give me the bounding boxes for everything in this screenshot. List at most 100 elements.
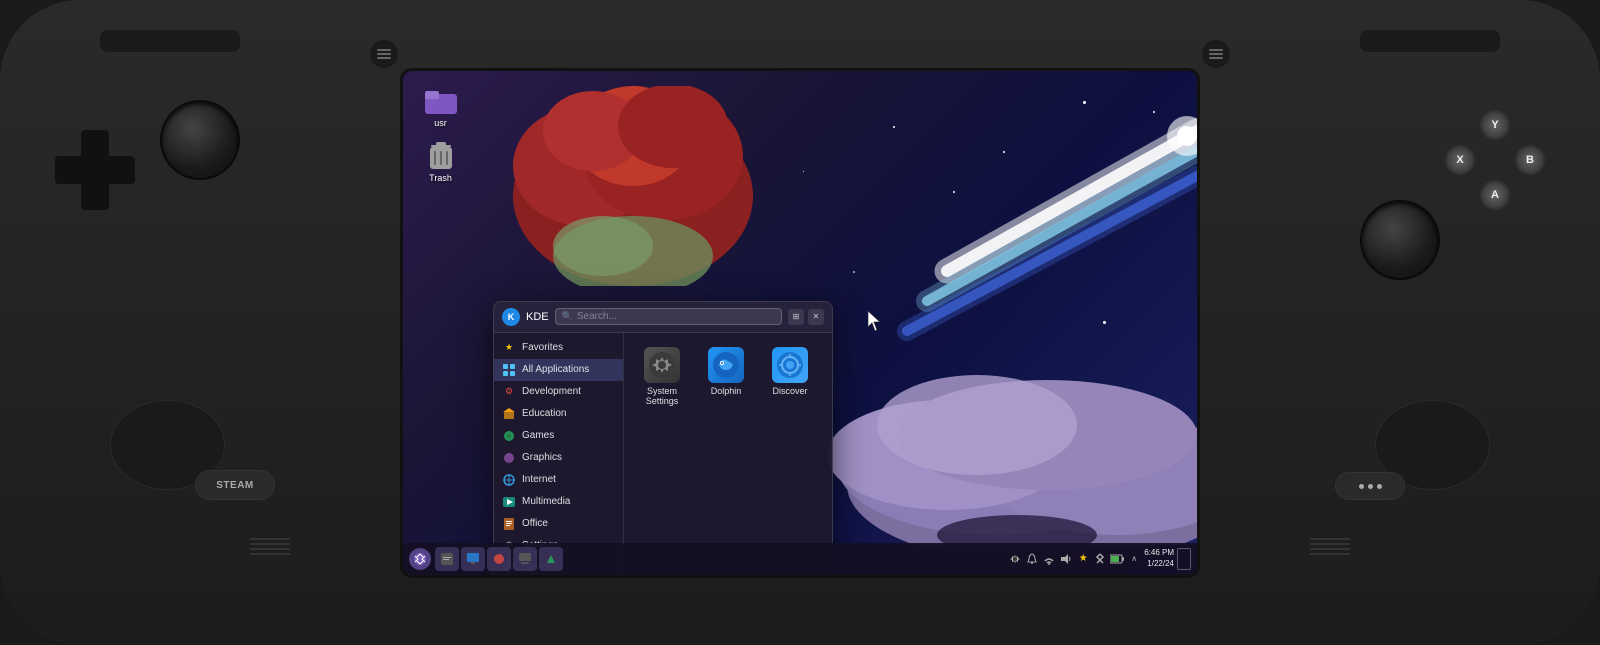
education-icon bbox=[502, 407, 516, 421]
menu-category-all-label: All Applications bbox=[522, 364, 589, 375]
discover-label: Discover bbox=[772, 386, 807, 396]
speaker-left bbox=[250, 538, 290, 555]
app-discover[interactable]: Discover bbox=[762, 343, 818, 410]
y-button[interactable]: Y bbox=[1480, 110, 1510, 140]
app-grid: SystemSettings bbox=[634, 343, 822, 410]
dot3 bbox=[1377, 484, 1382, 489]
menu-category-education-label: Education bbox=[522, 408, 566, 419]
menu-body: ★ Favorites All Applications ⚙ Developme… bbox=[494, 333, 832, 573]
kde-menu: K KDE 🔍 Search... ⊞ ✕ bbox=[493, 301, 833, 575]
trash-icon bbox=[425, 139, 457, 171]
tray-expand-icon[interactable]: ∧ bbox=[1127, 552, 1141, 566]
dot1 bbox=[1359, 484, 1364, 489]
tray-volume-icon[interactable] bbox=[1059, 552, 1073, 566]
menu-header: K KDE 🔍 Search... ⊞ ✕ bbox=[494, 302, 832, 333]
taskbar-start-button[interactable] bbox=[409, 548, 431, 570]
menu-category-games-label: Games bbox=[522, 430, 554, 441]
system-settings-icon bbox=[644, 347, 680, 383]
tray-wifi-icon[interactable] bbox=[1042, 552, 1056, 566]
discover-icon bbox=[772, 347, 808, 383]
menu-category-development[interactable]: ⚙ Development bbox=[494, 381, 623, 403]
three-dot-button[interactable] bbox=[1335, 472, 1405, 500]
b-button[interactable]: B bbox=[1515, 145, 1545, 175]
left-analog-stick[interactable] bbox=[160, 100, 240, 180]
tray-notification-icon[interactable] bbox=[1025, 552, 1039, 566]
taskbar-app-3[interactable] bbox=[487, 547, 511, 571]
graphics-icon bbox=[502, 451, 516, 465]
menu-categories: ★ Favorites All Applications ⚙ Developme… bbox=[494, 333, 624, 573]
search-icon: 🔍 bbox=[562, 311, 573, 322]
clock-time: 6:46 PM bbox=[1144, 548, 1174, 558]
tray-settings-icon[interactable] bbox=[1008, 552, 1022, 566]
menu-button-right[interactable] bbox=[1202, 40, 1230, 68]
kde-logo: K bbox=[502, 308, 520, 326]
taskbar-system-tray: ★ ∧ 6:46 PM 1/22/24 bbox=[1008, 548, 1191, 570]
menu-category-development-label: Development bbox=[522, 386, 581, 397]
desktop-icons: usr Trash bbox=[413, 81, 468, 186]
dpad[interactable] bbox=[55, 130, 135, 210]
tray-battery-icon[interactable] bbox=[1110, 552, 1124, 566]
menu-title: KDE bbox=[526, 311, 549, 323]
menu-category-graphics-label: Graphics bbox=[522, 452, 562, 463]
menu-category-office[interactable]: Office bbox=[494, 513, 623, 535]
tray-bluetooth-icon[interactable] bbox=[1093, 552, 1107, 566]
menu-category-all[interactable]: All Applications bbox=[494, 359, 623, 381]
menu-header-actions: ⊞ ✕ bbox=[788, 309, 824, 325]
steam-button[interactable]: STEAM bbox=[195, 470, 275, 500]
desktop-icon-trash-label: Trash bbox=[429, 173, 452, 183]
menu-category-graphics[interactable]: Graphics bbox=[494, 447, 623, 469]
dolphin-icon bbox=[708, 347, 744, 383]
tray-star-icon[interactable]: ★ bbox=[1076, 552, 1090, 566]
dot2 bbox=[1368, 484, 1373, 489]
taskbar-app-1[interactable] bbox=[435, 547, 459, 571]
menu-pin-button[interactable]: ⊞ bbox=[788, 309, 804, 325]
menu-search-bar[interactable]: 🔍 Search... bbox=[555, 308, 782, 325]
dolphin-label: Dolphin bbox=[711, 386, 742, 396]
screen: usr Trash bbox=[400, 68, 1200, 578]
taskbar-clock[interactable]: 6:46 PM 1/22/24 bbox=[1144, 548, 1174, 569]
right-shoulder-button[interactable] bbox=[1360, 30, 1500, 52]
all-apps-icon bbox=[502, 363, 516, 377]
taskbar-apps bbox=[435, 547, 1004, 571]
taskbar-app-5[interactable] bbox=[539, 547, 563, 571]
menu-category-multimedia[interactable]: Multimedia bbox=[494, 491, 623, 513]
menu-category-education[interactable]: Education bbox=[494, 403, 623, 425]
menu-category-favorites[interactable]: ★ Favorites bbox=[494, 337, 623, 359]
menu-category-multimedia-label: Multimedia bbox=[522, 496, 570, 507]
menu-category-games[interactable]: Games bbox=[494, 425, 623, 447]
show-desktop-button[interactable] bbox=[1177, 548, 1191, 570]
left-shoulder-button[interactable] bbox=[100, 30, 240, 52]
search-placeholder: Search... bbox=[577, 311, 617, 322]
multimedia-icon bbox=[502, 495, 516, 509]
desktop: usr Trash bbox=[403, 71, 1197, 575]
taskbar: ★ ∧ 6:46 PM 1/22/24 bbox=[403, 543, 1197, 575]
a-button[interactable]: A bbox=[1480, 180, 1510, 210]
menu-close-button[interactable]: ✕ bbox=[808, 309, 824, 325]
red-cloud bbox=[503, 86, 763, 286]
desktop-icon-usr-label: usr bbox=[434, 118, 447, 128]
x-button[interactable]: X bbox=[1445, 145, 1475, 175]
abxy-buttons: Y B A X bbox=[1445, 110, 1545, 210]
desktop-icon-trash[interactable]: Trash bbox=[413, 136, 468, 186]
app-system-settings[interactable]: SystemSettings bbox=[634, 343, 690, 410]
menu-category-internet[interactable]: Internet bbox=[494, 469, 623, 491]
menu-category-favorites-label: Favorites bbox=[522, 342, 563, 353]
app-dolphin[interactable]: Dolphin bbox=[698, 343, 754, 410]
right-analog-stick[interactable] bbox=[1360, 200, 1440, 280]
taskbar-app-2[interactable] bbox=[461, 547, 485, 571]
steam-deck-device: Y B A X STEAM bbox=[0, 0, 1600, 645]
folder-icon bbox=[425, 84, 457, 116]
menu-button-left[interactable] bbox=[370, 40, 398, 68]
taskbar-app-4[interactable] bbox=[513, 547, 537, 571]
games-icon bbox=[502, 429, 516, 443]
office-icon bbox=[502, 517, 516, 531]
desktop-icon-usr[interactable]: usr bbox=[413, 81, 468, 131]
system-settings-label: SystemSettings bbox=[646, 386, 679, 406]
menu-category-internet-label: Internet bbox=[522, 474, 556, 485]
mouse-cursor bbox=[868, 311, 882, 336]
speaker-right bbox=[1310, 538, 1350, 555]
menu-category-office-label: Office bbox=[522, 518, 548, 529]
clock-date: 1/22/24 bbox=[1147, 559, 1174, 569]
favorites-icon: ★ bbox=[502, 341, 516, 355]
development-icon: ⚙ bbox=[502, 385, 516, 399]
